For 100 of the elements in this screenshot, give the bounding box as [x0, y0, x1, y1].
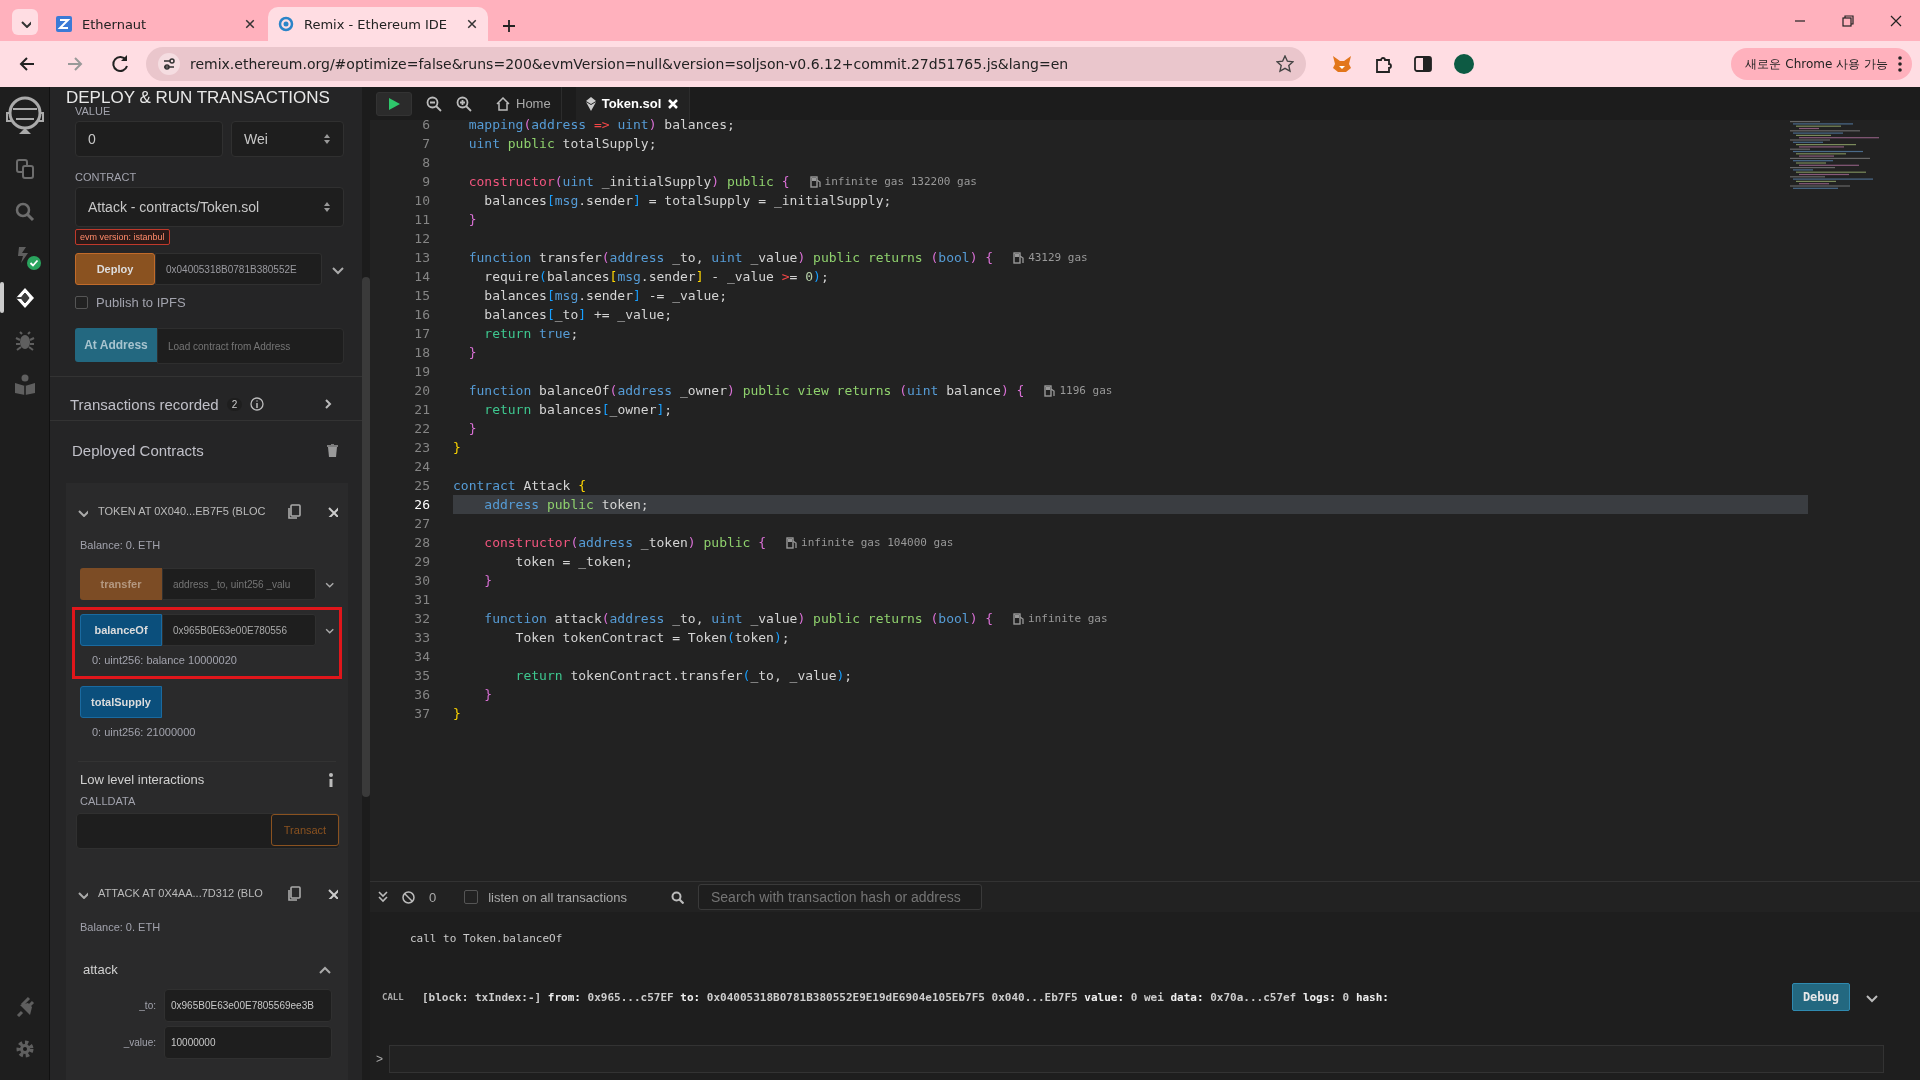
line-number: 14: [413, 269, 431, 284]
code-line: }: [467, 421, 477, 436]
checkbox[interactable]: [464, 890, 479, 904]
line-number: 37: [413, 706, 431, 721]
files-icon[interactable]: [13, 157, 36, 180]
code-line: }: [467, 345, 477, 360]
info-icon[interactable]: [250, 397, 265, 412]
call-label: CALL: [382, 992, 405, 1002]
play-icon: [387, 96, 401, 111]
line-number: 33: [413, 630, 431, 645]
code-line: balances[msg.sender] = totalSupply = _initialSupply;: [483, 193, 892, 208]
code-line: }: [467, 212, 477, 227]
function-button[interactable]: totalSupply: [80, 686, 162, 718]
zoom-in-icon[interactable]: [456, 95, 472, 112]
line-number: 17: [413, 326, 431, 341]
line-number: 18: [413, 345, 431, 360]
line-number: 21: [413, 402, 431, 417]
code-line: balances[_to] += _value;: [483, 307, 673, 322]
side-panel-icon[interactable]: [1414, 55, 1432, 73]
profile-avatar-icon[interactable]: [1454, 54, 1474, 74]
close-icon[interactable]: [1890, 14, 1902, 27]
line-number: 36: [413, 687, 431, 702]
code-line: mapping(address => uint) balances;: [467, 117, 735, 132]
line-number: 22: [413, 421, 431, 436]
line-number: 31: [413, 592, 431, 607]
restore-icon[interactable]: [1842, 14, 1854, 27]
field-label: _to:: [138, 1000, 156, 1011]
code-line: }: [453, 440, 461, 455]
unit-select[interactable]: Wei: [231, 121, 344, 158]
browser-tab[interactable]: Ethernaut: [46, 7, 266, 41]
debug-button[interactable]: Debug: [1791, 983, 1850, 1011]
code-line: address public token;: [483, 497, 649, 512]
code-line: uint public totalSupply;: [467, 136, 657, 151]
close-icon[interactable]: [466, 18, 478, 30]
editor-tab[interactable]: Token.sol: [575, 87, 691, 120]
trash-icon[interactable]: [327, 444, 338, 457]
constructor-args-field[interactable]: 0x04005318B0781B380552E: [155, 253, 322, 286]
search-icon[interactable]: [13, 200, 36, 223]
address-field[interactable]: Load contract from Address: [157, 328, 344, 365]
argument-field[interactable]: 0x965B0E63e00E7805569ee3B: [164, 989, 332, 1022]
line-number: 7: [421, 136, 431, 151]
line-number: 24: [413, 459, 431, 474]
argument-field[interactable]: 10000000: [164, 1026, 332, 1059]
field-label: CONTRACT: [75, 171, 138, 184]
close-icon[interactable]: [326, 505, 338, 517]
argument-field[interactable]: 0x965B0E63e00E780556: [162, 614, 316, 646]
browser-tab[interactable]: Remix - Ethereum IDE: [268, 7, 488, 41]
gas-estimate: infinite gas 104000 gas: [801, 536, 954, 549]
section-title: Transactions recorded: [70, 395, 219, 413]
transaction-log: [block: txIndex:-] from: 0x965...c57EF to: 0x04005318B0781B380552E9E19dE6904e105Eb7F5 0x040...Eb7F5 value: 0 wei data: 0x70a...c57ef logs: 0 hash:: [422, 990, 1390, 1004]
search-field[interactable]: Search with transaction hash or address: [698, 884, 982, 910]
close-icon[interactable]: [244, 18, 256, 30]
line-number: 34: [413, 649, 431, 664]
line-number: 20: [413, 383, 431, 398]
field-label: CALLDATA: [79, 795, 137, 807]
more-icon[interactable]: [1898, 56, 1902, 72]
deploy-button[interactable]: Deploy: [75, 253, 155, 286]
new-tab-icon[interactable]: [502, 19, 516, 33]
pending-count: 0: [429, 889, 437, 905]
fuel-icon: [809, 175, 821, 188]
line-number: 23: [413, 440, 431, 455]
bug-icon[interactable]: [13, 329, 36, 352]
return-value: 0: uint256: balance 10000020: [91, 653, 238, 668]
reader-icon[interactable]: [13, 372, 36, 395]
extensions-icon[interactable]: [1374, 55, 1392, 73]
code-line: balances[msg.sender] -= _value;: [483, 288, 727, 303]
section-title: Low level interactions: [80, 772, 205, 787]
checkbox[interactable]: [75, 296, 88, 310]
chevron-right-icon[interactable]: [324, 398, 332, 411]
z-logo-icon: [56, 16, 72, 32]
line-number: 10: [413, 193, 431, 208]
gas-estimate: 43129 gas: [1028, 251, 1088, 264]
site-info-icon[interactable]: [158, 53, 180, 75]
copy-icon[interactable]: [286, 885, 302, 901]
argument-field[interactable]: address _to, uint256 _valu: [162, 568, 316, 600]
fuel-icon: [786, 536, 798, 549]
value-field[interactable]: 0: [75, 121, 223, 158]
run-button[interactable]: [376, 91, 412, 116]
diamond-icon[interactable]: [13, 286, 36, 309]
contract-select[interactable]: Attack - contracts/Token.sol: [75, 187, 344, 228]
update-chrome-button[interactable]: 새로운 Chrome 사용 가능: [1731, 48, 1912, 80]
info-icon[interactable]: [328, 772, 334, 787]
collapse-icon[interactable]: [378, 891, 388, 903]
home-icon: [496, 96, 510, 111]
close-icon[interactable]: [326, 887, 338, 899]
zoom-out-icon[interactable]: [426, 95, 442, 112]
line-number: 6: [421, 117, 431, 132]
line-number: 19: [413, 364, 431, 379]
return-value: 0: uint256: 21000000: [91, 725, 197, 740]
function-button[interactable]: balanceOf: [80, 614, 162, 646]
address-bar[interactable]: remix.ethereum.org/#optimize=false&runs=200&evmVersion=null&version=soljson-v0.6.12+commit.27d51765.js&lang=en: [146, 47, 1306, 81]
line-number: 13: [413, 250, 431, 265]
editor-tab[interactable]: Home: [486, 87, 562, 120]
prompt-symbol: >: [376, 1052, 383, 1066]
clear-icon[interactable]: [402, 890, 415, 904]
gas-estimate: 1196 gas: [1059, 384, 1113, 397]
copy-icon[interactable]: [286, 503, 302, 519]
bookmark-star-icon[interactable]: [1276, 55, 1294, 73]
code-line: return tokenContract.transfer(_to, _value);: [514, 668, 853, 683]
file-icon: [585, 96, 596, 111]
